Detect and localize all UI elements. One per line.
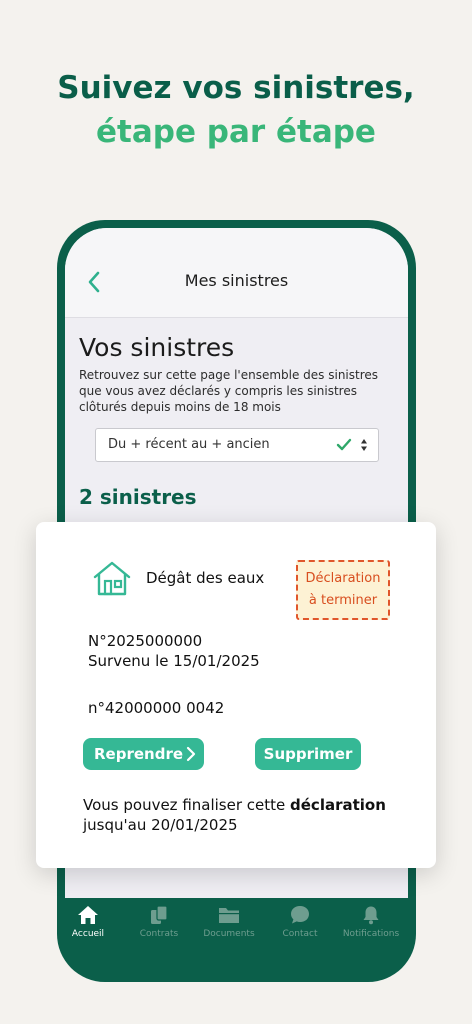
- message-strong: déclaration: [290, 796, 386, 814]
- headline: Suivez vos sinistres, étape par étape: [0, 66, 472, 154]
- message-end: jusqu'au 20/01/2025: [83, 816, 238, 834]
- folder-icon: [219, 908, 239, 923]
- tab-label: Accueil: [71, 929, 105, 939]
- resume-button[interactable]: Reprendre: [83, 738, 204, 770]
- headline-line-1: Suivez vos sinistres,: [57, 70, 415, 106]
- status-badge: Déclaration à terminer: [296, 560, 390, 620]
- claim-number: N°2025000000: [88, 632, 203, 650]
- tab-label: Contrats: [139, 929, 179, 939]
- headline-line-2: étape par étape: [96, 114, 376, 150]
- tab-label: Notifications: [342, 929, 400, 939]
- claim-date: Survenu le 15/01/2025: [88, 652, 260, 670]
- tab-contrats[interactable]: Contrats: [124, 904, 194, 939]
- tab-documents[interactable]: Documents: [194, 904, 264, 939]
- resume-label: Reprendre: [94, 745, 184, 763]
- sort-arrows-icon: [361, 439, 367, 451]
- nav-title: Mes sinistres: [184, 271, 289, 290]
- contract-number: n°42000000 0042: [88, 699, 225, 717]
- house-icon: [93, 561, 131, 596]
- badge-line-1: Déclaration: [305, 571, 381, 586]
- badge-line-2: à terminer: [308, 593, 378, 608]
- tab-accueil[interactable]: Accueil: [53, 904, 123, 939]
- message-start: Vous pouvez finaliser cette: [83, 796, 291, 814]
- page-title: Vos sinistres: [79, 333, 235, 362]
- claim-card[interactable]: Dégât des eaux Déclaration à terminer N°…: [36, 522, 436, 868]
- chat-icon: [291, 906, 309, 924]
- sort-value: Du + récent au + ancien: [108, 437, 270, 452]
- tab-notifications[interactable]: Notifications: [336, 904, 406, 939]
- nav-bar: Mes sinistres: [65, 228, 408, 318]
- check-icon: [336, 438, 352, 451]
- tab-bar: Accueil Contrats Documents Contact Notif…: [57, 898, 416, 958]
- tab-label: Documents: [203, 929, 255, 939]
- tab-contact[interactable]: Contact: [265, 904, 335, 939]
- home-icon: [78, 906, 98, 924]
- deadline-message: Vous pouvez finaliser cette déclaration …: [83, 795, 403, 835]
- bell-icon: [363, 906, 379, 925]
- chevron-right-icon: [186, 746, 196, 762]
- contracts-icon: [151, 905, 168, 924]
- tab-label: Contact: [282, 929, 318, 939]
- sort-select[interactable]: Du + récent au + ancien: [95, 428, 379, 462]
- page-description: Retrouvez sur cette page l'ensemble des …: [79, 368, 379, 414]
- delete-button[interactable]: Supprimer: [255, 738, 361, 770]
- claim-type: Dégât des eaux: [146, 569, 265, 587]
- claims-count: 2 sinistres: [79, 485, 197, 509]
- main-content: Vos sinistres Retrouvez sur cette page l…: [79, 332, 397, 509]
